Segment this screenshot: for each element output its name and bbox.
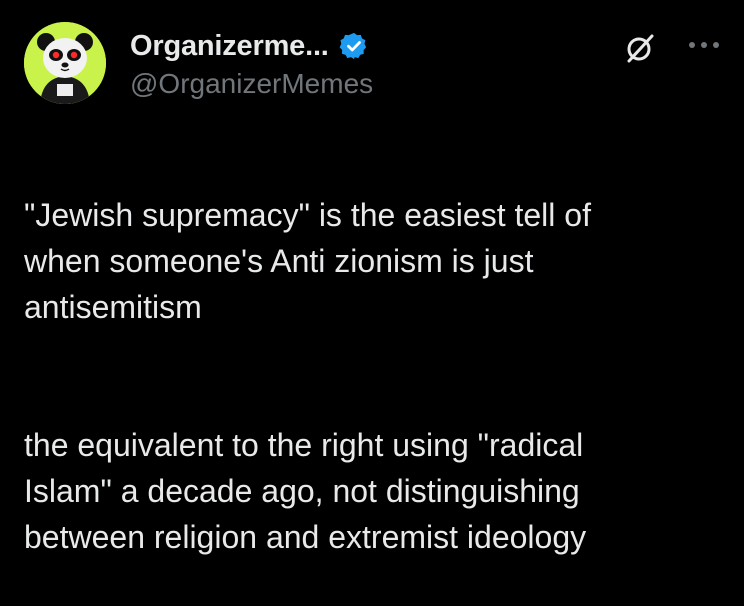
panda-avatar-image bbox=[24, 22, 106, 104]
more-options-button[interactable] bbox=[684, 30, 724, 60]
grok-icon bbox=[627, 34, 654, 63]
tweet-text: "Jewish supremacy" is the easiest tell o… bbox=[24, 146, 724, 606]
more-options-icon bbox=[689, 42, 719, 48]
author-display-name[interactable]: Organizerme... bbox=[130, 30, 329, 63]
author-name-row: Organizerme... bbox=[130, 28, 369, 64]
tweet-card: Organizerme... @OrganizerMemes "Jewish s… bbox=[0, 0, 744, 555]
avatar[interactable] bbox=[24, 22, 106, 104]
tweet-paragraph-2: the equivalent to the right using "radic… bbox=[24, 427, 587, 555]
verified-badge-icon[interactable] bbox=[339, 31, 369, 61]
grok-button[interactable] bbox=[622, 30, 658, 66]
tweet-paragraph-1: "Jewish supremacy" is the easiest tell o… bbox=[24, 197, 591, 325]
author-handle[interactable]: @OrganizerMemes bbox=[130, 68, 373, 100]
